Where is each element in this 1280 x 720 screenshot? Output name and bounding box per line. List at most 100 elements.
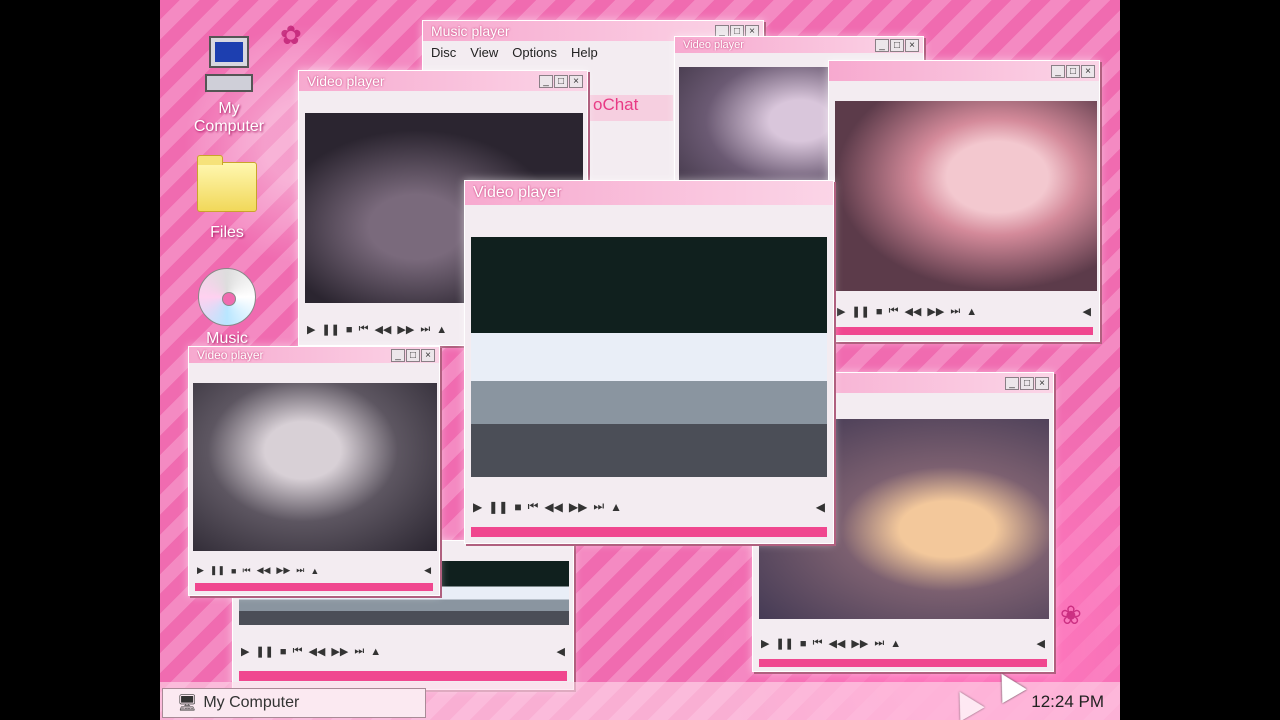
player-controls: ▶ ❚❚ ■ ⏮ ◀◀ ▶▶ ⏭ ▲ ◀: [233, 645, 573, 658]
minimize-button[interactable]: _: [391, 348, 405, 362]
maximize-button[interactable]: □: [406, 348, 420, 362]
close-button[interactable]: ×: [421, 348, 435, 362]
pause-button[interactable]: ❚❚: [488, 500, 508, 514]
video-player-titlebar[interactable]: Video player _ □ ×: [189, 347, 439, 363]
play-button[interactable]: ▶: [307, 323, 315, 336]
video-player-titlebar[interactable]: _ □ ×: [829, 61, 1099, 81]
taskbar-button-my-computer[interactable]: 🖥 My Computer: [162, 688, 426, 718]
fast-forward-button[interactable]: ▶▶: [927, 305, 944, 318]
eject-button[interactable]: ▲: [310, 566, 319, 576]
fast-forward-button[interactable]: ▶▶: [851, 637, 868, 650]
stop-button[interactable]: ■: [280, 646, 287, 658]
computer-icon: 🖥: [177, 695, 198, 712]
maximize-button[interactable]: □: [554, 74, 568, 88]
maximize-button[interactable]: □: [1020, 376, 1034, 390]
taskbar-button-label: My Computer: [203, 694, 300, 711]
eject-button[interactable]: ▲: [890, 638, 901, 650]
video-player-window: Video player _ □ × ▶ ❚❚ ■ ⏮ ◀◀ ▶▶ ⏭ ▲ ◀: [188, 346, 440, 596]
fast-forward-button[interactable]: ▶▶: [397, 323, 414, 336]
play-button[interactable]: ▶: [197, 565, 204, 576]
eject-button[interactable]: ▲: [436, 324, 447, 336]
player-controls: ▶ ❚❚ ■ ⏮ ◀◀ ▶▶ ⏭ ▲ ◀: [189, 565, 439, 576]
rewind-button[interactable]: ◀◀: [828, 637, 845, 650]
volume-icon[interactable]: ◀: [816, 500, 825, 514]
volume-icon[interactable]: ◀: [424, 565, 431, 576]
close-button[interactable]: ×: [569, 74, 583, 88]
rewind-button[interactable]: ◀◀: [257, 565, 271, 576]
folder-icon: [197, 155, 257, 212]
previous-button[interactable]: ⏮: [359, 323, 369, 336]
minimize-button[interactable]: _: [875, 38, 889, 52]
rewind-button[interactable]: ◀◀: [904, 305, 921, 318]
video-frame: [835, 101, 1097, 291]
next-button[interactable]: ⏭: [593, 499, 604, 514]
next-button[interactable]: ⏭: [296, 565, 304, 576]
fast-forward-button[interactable]: ▶▶: [569, 500, 587, 514]
close-button[interactable]: ×: [905, 38, 919, 52]
previous-button[interactable]: ⏮: [528, 499, 539, 514]
player-controls: ▶ ❚❚ ■ ⏮ ◀◀ ▶▶ ⏭ ▲ ◀: [465, 499, 833, 514]
stop-button[interactable]: ■: [800, 638, 807, 650]
close-button[interactable]: ×: [1081, 64, 1095, 78]
next-button[interactable]: ⏭: [950, 305, 960, 318]
window-title: Video player: [197, 348, 264, 362]
desktop-icon-label: My Computer: [193, 100, 265, 135]
menu-options[interactable]: Options: [512, 45, 557, 60]
fast-forward-button[interactable]: ▶▶: [276, 565, 290, 576]
menu-disc[interactable]: Disc: [431, 45, 456, 60]
window-title: Video player: [307, 73, 385, 89]
menu-help[interactable]: Help: [571, 45, 598, 60]
stop-button[interactable]: ■: [514, 500, 521, 514]
previous-button[interactable]: ⏮: [813, 637, 823, 650]
player-controls: ▶ ❚❚ ■ ⏮ ◀◀ ▶▶ ⏭ ▲ ◀: [753, 637, 1053, 650]
eject-button[interactable]: ▲: [370, 646, 381, 658]
progress-bar: [195, 583, 433, 591]
stop-button[interactable]: ■: [876, 306, 883, 318]
next-button[interactable]: ⏭: [420, 323, 430, 336]
fast-forward-button[interactable]: ▶▶: [331, 645, 348, 658]
window-title: Video player: [683, 39, 744, 51]
progress-bar: [471, 527, 827, 537]
play-button[interactable]: ▶: [241, 645, 249, 658]
video-player-window: _ □ × ▶ ❚❚ ■ ⏮ ◀◀ ▶▶ ⏭ ▲ ◀: [828, 60, 1100, 342]
menu-view[interactable]: View: [470, 45, 498, 60]
minimize-button[interactable]: _: [1051, 64, 1065, 78]
eject-button[interactable]: ▲: [966, 306, 977, 318]
pause-button[interactable]: ❚❚: [210, 565, 225, 576]
video-player-titlebar[interactable]: Video player _ □ ×: [299, 71, 587, 91]
flower-decoration: ❀: [1060, 600, 1082, 630]
minimize-button[interactable]: _: [1005, 376, 1019, 390]
pause-button[interactable]: ❚❚: [851, 305, 869, 318]
previous-button[interactable]: ⏮: [242, 565, 250, 576]
volume-icon[interactable]: ◀: [1083, 305, 1091, 318]
previous-button[interactable]: ⏮: [293, 645, 303, 658]
maximize-button[interactable]: □: [890, 38, 904, 52]
previous-button[interactable]: ⏮: [889, 305, 899, 318]
desktop-icon-music[interactable]: Music: [182, 268, 272, 348]
play-button[interactable]: ▶: [761, 637, 769, 650]
video-player-titlebar[interactable]: Video player: [465, 181, 833, 205]
play-button[interactable]: ▶: [473, 500, 482, 514]
stop-button[interactable]: ■: [346, 324, 353, 336]
stop-button[interactable]: ■: [231, 566, 236, 576]
volume-icon[interactable]: ◀: [1037, 637, 1045, 650]
minimize-button[interactable]: _: [539, 74, 553, 88]
pause-button[interactable]: ❚❚: [255, 645, 273, 658]
rewind-button[interactable]: ◀◀: [374, 323, 391, 336]
desktop-icon-files[interactable]: Files: [182, 155, 272, 242]
maximize-button[interactable]: □: [1066, 64, 1080, 78]
rewind-button[interactable]: ◀◀: [544, 500, 562, 514]
play-button[interactable]: ▶: [837, 305, 845, 318]
next-button[interactable]: ⏭: [354, 645, 364, 658]
volume-icon[interactable]: ◀: [557, 645, 565, 658]
rewind-button[interactable]: ◀◀: [308, 645, 325, 658]
pause-button[interactable]: ❚❚: [775, 637, 793, 650]
close-button[interactable]: ×: [1035, 376, 1049, 390]
eject-button[interactable]: ▲: [610, 500, 622, 514]
pause-button[interactable]: ❚❚: [321, 323, 339, 336]
player-controls: ▶ ❚❚ ■ ⏮ ◀◀ ▶▶ ⏭ ▲ ◀: [829, 305, 1099, 318]
window-title: Music player: [431, 23, 510, 39]
video-player-titlebar[interactable]: Video player _ □ ×: [675, 37, 923, 53]
desktop-icon-my-computer[interactable]: My Computer: [184, 36, 274, 136]
next-button[interactable]: ⏭: [874, 637, 884, 650]
